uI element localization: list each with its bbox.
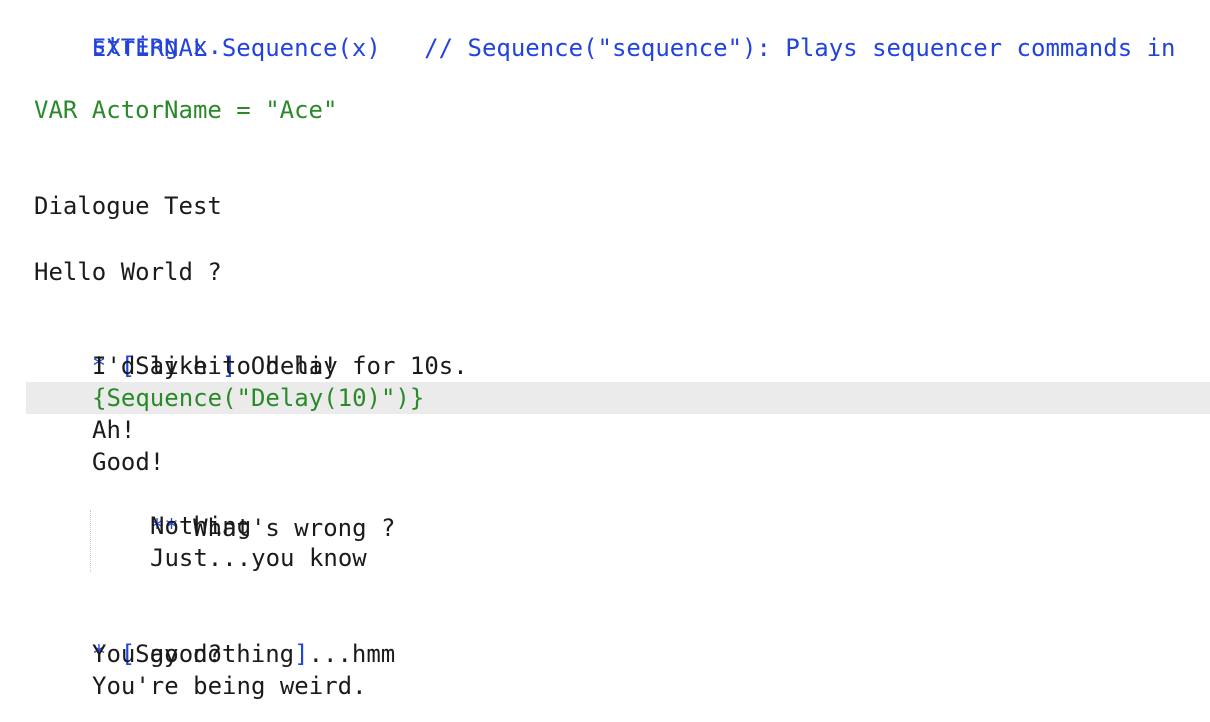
- external-comment: // Sequence("sequence"): Plays sequencer…: [424, 34, 1176, 62]
- dialogue-title-line[interactable]: Dialogue Test: [34, 190, 222, 222]
- choice-say-hi-line[interactable]: * [Say hi] Oh hi!: [34, 318, 338, 380]
- choice-output-text: ...hmm: [308, 640, 396, 668]
- subchoice-whats-wrong-line[interactable]: ** What's wrong ?: [92, 480, 396, 542]
- delay-line[interactable]: I'd like to delay for 10s.: [92, 350, 468, 382]
- hello-line[interactable]: Hello World ?: [34, 256, 222, 288]
- external-comment-continuation[interactable]: string x.: [92, 30, 222, 62]
- nothing-line[interactable]: Nothing: [150, 510, 251, 542]
- sequence-call-line[interactable]: {Sequence("Delay(10)")}: [92, 382, 424, 414]
- variable-declaration-line[interactable]: VAR ActorName = "Ace": [34, 94, 337, 126]
- ink-script-editor[interactable]: EXTERNAL Sequence(x) // Sequence("sequen…: [0, 0, 1210, 722]
- being-weird-line[interactable]: You're being weird.: [92, 670, 367, 702]
- choice-say-nothing-line[interactable]: * [Say nothing]...hmm: [34, 606, 395, 668]
- ah-line[interactable]: Ah!: [92, 414, 135, 446]
- choice-bracket-close: ]: [294, 640, 309, 668]
- indent-guide: [90, 510, 91, 572]
- you-good-line[interactable]: You good?: [92, 638, 222, 670]
- just-you-know-line[interactable]: Just...you know: [150, 542, 367, 574]
- good-line[interactable]: Good!: [92, 446, 164, 478]
- external-declaration-line[interactable]: EXTERNAL Sequence(x) // Sequence("sequen…: [34, 0, 1176, 62]
